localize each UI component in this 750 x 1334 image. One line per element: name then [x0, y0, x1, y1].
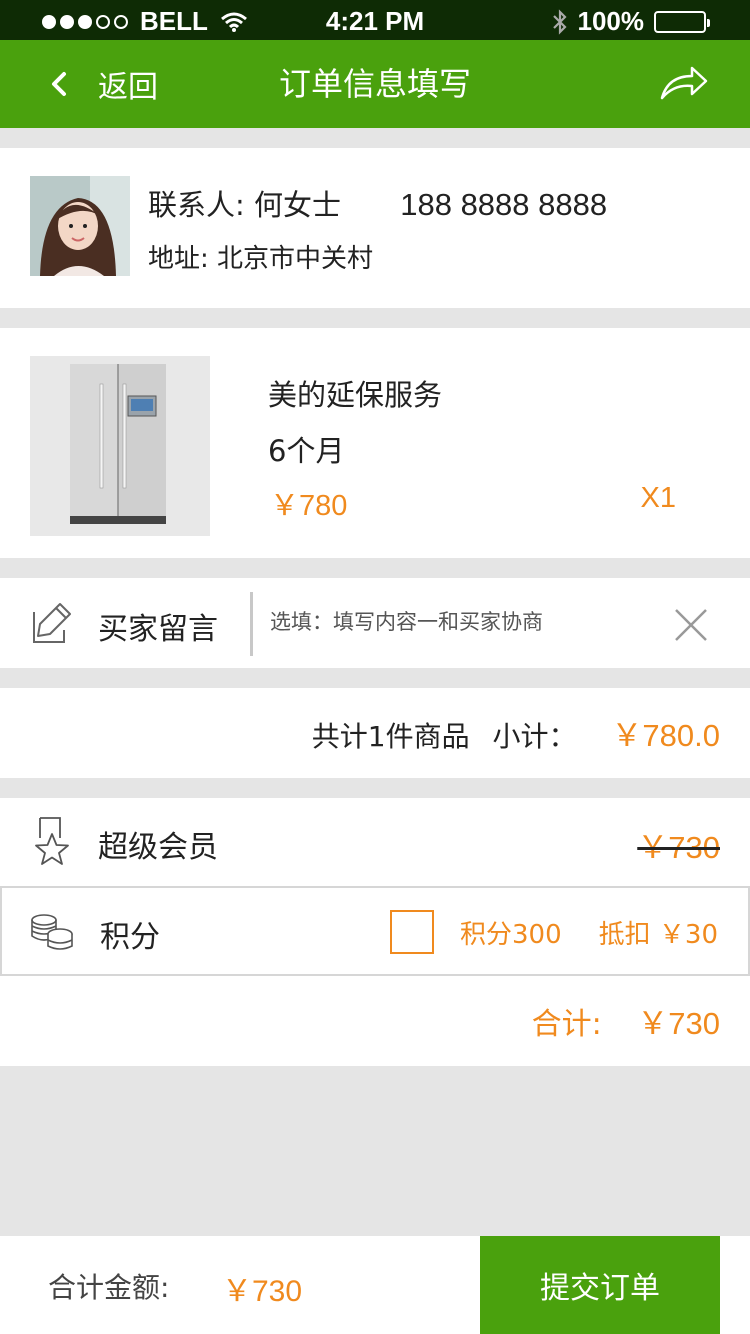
- coins-icon: [31, 914, 73, 950]
- product-image: [30, 356, 210, 536]
- subtotal-card: 共计1件商品 小计： ￥780.0: [0, 688, 750, 778]
- status-bar: BELL 4:21 PM 100%: [0, 0, 750, 40]
- message-divider: [250, 592, 253, 656]
- subtotal-row: 共计1件商品 小计： ￥780.0: [312, 710, 720, 755]
- nav-bar: 返回 订单信息填写: [0, 40, 750, 128]
- back-label: 返回: [98, 70, 158, 105]
- close-icon[interactable]: [672, 606, 710, 644]
- message-label: 买家留言: [98, 612, 218, 647]
- points-deduct: 抵扣 ￥30: [598, 920, 718, 950]
- points-count: 积分300: [460, 920, 562, 950]
- total-card: 合计: ￥730: [0, 976, 750, 1066]
- bookmark-star-icon: [35, 817, 69, 865]
- message-input[interactable]: [270, 600, 650, 644]
- total-label: 合计:: [531, 1007, 602, 1042]
- item-count: 共计1件商品: [311, 720, 470, 753]
- refrigerator-image: [30, 356, 210, 536]
- total-row: 合计: ￥730: [532, 998, 720, 1043]
- contact-label: 联系人:: [148, 188, 245, 222]
- buyer-message-card: 买家留言: [0, 578, 750, 668]
- contact-phone: 188 8888 8888: [400, 187, 608, 222]
- super-member-row[interactable]: 超级会员 ￥730: [0, 798, 750, 886]
- member-original-price: ￥730: [637, 830, 720, 865]
- points-checkbox[interactable]: [390, 910, 434, 954]
- product-spec: 6个月: [268, 434, 345, 468]
- avatar: [30, 176, 130, 276]
- points-row: 积分 积分300 抵扣 ￥30: [0, 886, 750, 976]
- submit-order-button[interactable]: 提交订单: [480, 1236, 720, 1334]
- contact-card[interactable]: [0, 148, 750, 308]
- back-button[interactable]: 返回: [44, 40, 158, 128]
- chevron-left-icon: [52, 72, 66, 96]
- contact-name: 何女士: [254, 188, 342, 222]
- address-value: 北京市中关村: [217, 244, 374, 274]
- footer-total-label: 合计金额:: [48, 1271, 170, 1304]
- avatar-photo: [30, 176, 130, 276]
- member-label: 超级会员: [98, 830, 218, 865]
- battery-percent: 100%: [577, 6, 645, 36]
- total-amount: ￥730: [637, 1006, 720, 1041]
- points-label: 积分: [100, 920, 160, 955]
- product-price: ￥780: [270, 490, 348, 522]
- address-label: 地址:: [148, 244, 209, 274]
- product-quantity: X1: [640, 482, 676, 514]
- subtotal-price: ￥780.0: [611, 718, 720, 753]
- product-card: [0, 328, 750, 558]
- share-arrow-icon[interactable]: [658, 62, 710, 106]
- checkout-bar: 合计金额: ￥730 提交订单: [0, 1236, 750, 1334]
- product-name: 美的延保服务: [268, 378, 443, 412]
- edit-pencil-icon: [33, 603, 71, 643]
- contact-name-line: 联系人: 何女士 188 8888 8888: [148, 182, 607, 224]
- battery-icon: [654, 10, 710, 33]
- footer-total-amount: ￥730: [222, 1275, 303, 1308]
- subtotal-label: 小计：: [492, 720, 577, 753]
- bluetooth-icon: [552, 8, 567, 35]
- contact-address-line: 地址: 北京市中关村: [148, 238, 373, 275]
